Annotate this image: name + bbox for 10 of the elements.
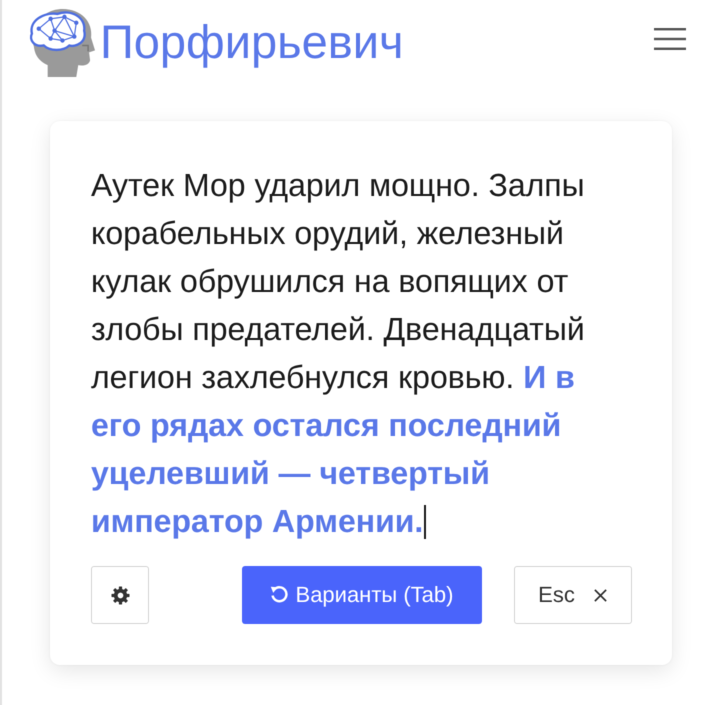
dismiss-button[interactable]: Esc bbox=[514, 566, 632, 624]
site-title[interactable]: Порфирьевич bbox=[100, 14, 404, 70]
variants-button[interactable]: Варианты (Tab) bbox=[242, 566, 482, 624]
settings-button[interactable] bbox=[91, 566, 149, 624]
refresh-icon bbox=[270, 586, 288, 604]
gear-icon bbox=[110, 586, 130, 604]
story-text[interactable]: Аутек Мор ударил мощно. Залпы корабельных орудий, железный кулак обрушился на вопящих от злобы предателей. Двенадцатый легион захлебнулся кровью. И в его рядах остался последний уцелевший — четвертый император Армении. bbox=[91, 161, 632, 545]
menu-button[interactable] bbox=[654, 28, 686, 50]
close-icon bbox=[592, 588, 608, 602]
menu-icon bbox=[654, 28, 686, 50]
